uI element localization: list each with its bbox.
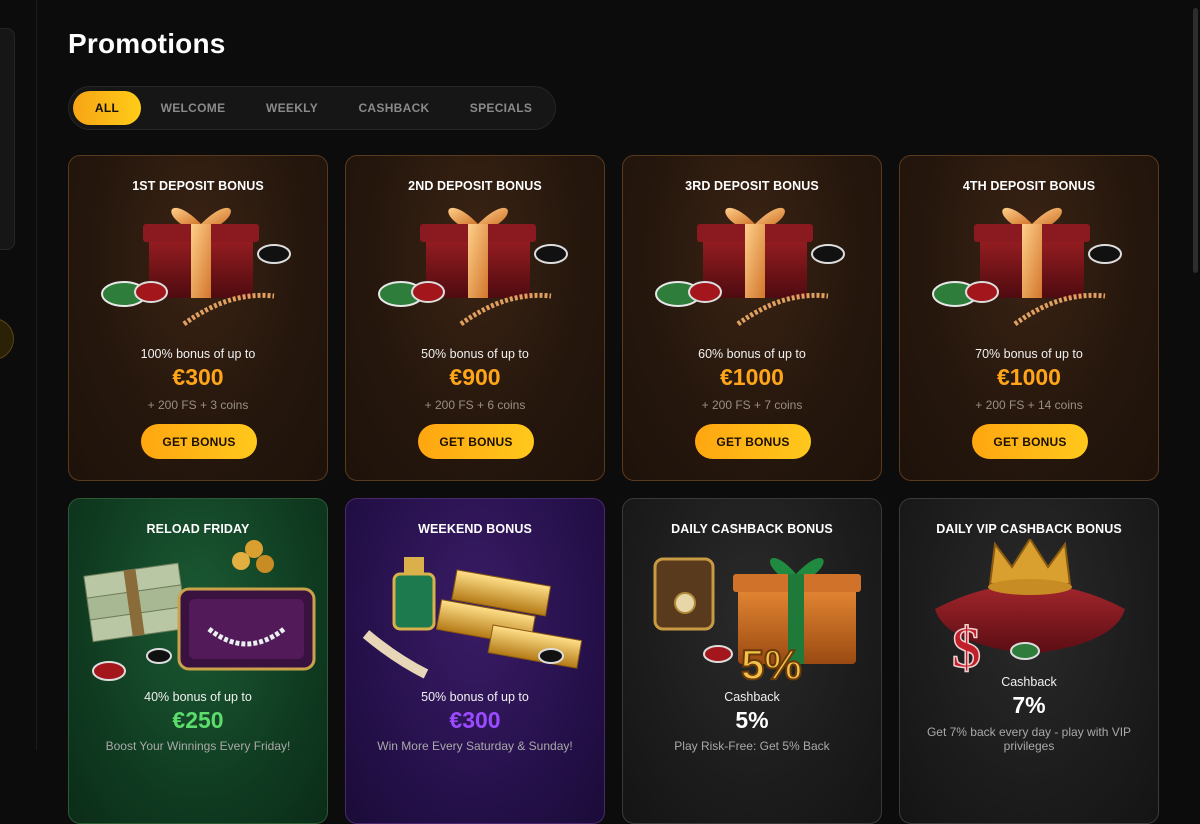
promo-amount: €300 — [449, 707, 501, 733]
promo-title: 3RD DEPOSIT BONUS — [685, 179, 819, 193]
tab-specials[interactable]: SPECIALS — [449, 91, 553, 125]
svg-text:5%: 5% — [741, 641, 802, 688]
promo-amount: €1000 — [720, 364, 784, 390]
tab-cashback[interactable]: CASHBACK — [339, 91, 449, 125]
page-title: Promotions — [68, 28, 226, 59]
gift-box-image — [378, 207, 568, 327]
promo-amount: €300 — [172, 364, 224, 390]
promo-amount: €250 — [172, 707, 224, 733]
promo-amount: 5% — [735, 707, 769, 733]
promo-card: DAILY CASHBACK BONUS 5% Cashback 5% Play… — [622, 498, 882, 824]
promo-extra: + 200 FS + 7 coins — [701, 398, 803, 412]
promo-subtitle: 60% bonus of up to — [698, 347, 806, 361]
promo-title: 4TH DEPOSIT BONUS — [962, 179, 1096, 193]
promo-description: Get 7% back every day - play with VIP pr… — [926, 725, 1132, 753]
promo-subtitle: 100% bonus of up to — [140, 347, 256, 361]
promo-title: DAILY VIP CASHBACK BONUS — [936, 522, 1122, 536]
tab-all[interactable]: ALL — [73, 91, 141, 125]
promo-title: RELOAD FRIDAY — [146, 522, 250, 536]
promo-subtitle: 50% bonus of up to — [421, 347, 529, 361]
promo-card: WEEKEND BONUS 50% bonus of up to €300 Wi… — [345, 498, 605, 824]
promo-extra: + 200 FS + 3 coins — [147, 398, 249, 412]
sidebar-collapsed — [0, 28, 15, 250]
promo-amount: €900 — [449, 364, 501, 390]
promotion-tabs: ALL WELCOME WEEKLY CASHBACK SPECIALS — [68, 86, 556, 130]
cashback-gift-image: 5% — [653, 557, 861, 689]
promo-subtitle: Cashback — [1001, 675, 1057, 689]
promo-subtitle: 50% bonus of up to — [421, 690, 529, 704]
tab-welcome[interactable]: WELCOME — [141, 91, 245, 125]
promo-amount: 7% — [1012, 692, 1046, 718]
get-bonus-button[interactable]: GET BONUS — [418, 424, 534, 459]
promo-title: 1ST DEPOSIT BONUS — [132, 179, 264, 193]
promo-extra: + 200 FS + 6 coins — [424, 398, 526, 412]
promo-description: Boost Your Winnings Every Friday! — [105, 739, 291, 753]
promo-extra: + 200 FS + 14 coins — [975, 398, 1083, 412]
promo-subtitle: Cashback — [724, 690, 780, 704]
cash-stacks-image — [83, 540, 316, 681]
promo-card: 2ND DEPOSIT BONUS 50% bonus of up to €90… — [345, 155, 605, 481]
gift-box-image — [101, 207, 291, 327]
gold-bars-image — [362, 557, 583, 679]
get-bonus-button[interactable]: GET BONUS — [141, 424, 257, 459]
promo-card: 4TH DEPOSIT BONUS 70% bonus of up to €10… — [899, 155, 1159, 481]
promo-subtitle: 40% bonus of up to — [144, 690, 252, 704]
gift-box-image — [932, 207, 1122, 327]
sidebar-divider — [36, 0, 37, 750]
sidebar-avatar[interactable] — [0, 318, 14, 360]
promo-amount: €1000 — [997, 364, 1061, 390]
promo-description: Play Risk-Free: Get 5% Back — [674, 739, 830, 753]
tab-weekly[interactable]: WEEKLY — [245, 91, 339, 125]
page-scrollbar[interactable] — [1193, 8, 1198, 273]
promo-title: 2ND DEPOSIT BONUS — [408, 179, 542, 193]
get-bonus-button[interactable]: GET BONUS — [972, 424, 1088, 459]
promo-title: DAILY CASHBACK BONUS — [671, 522, 833, 536]
promo-description: Win More Every Saturday & Sunday! — [377, 739, 573, 753]
promo-subtitle: 70% bonus of up to — [975, 347, 1083, 361]
promo-title: WEEKEND BONUS — [418, 522, 532, 536]
svg-text:$: $ — [952, 615, 981, 680]
gift-box-image — [655, 207, 845, 327]
promo-card: 3RD DEPOSIT BONUS 60% bonus of up to €10… — [622, 155, 882, 481]
get-bonus-button[interactable]: GET BONUS — [695, 424, 811, 459]
promo-card: DAILY VIP CASHBACK BONUS $ Cashback 7% G… — [899, 498, 1159, 824]
promo-card: 1ST DEPOSIT BONUS 100% bonus of up to €3… — [68, 155, 328, 481]
promo-card: RELOAD FRIDAY 40% bonus of up to €250 Bo… — [68, 498, 328, 824]
vip-crown-image: $ — [935, 539, 1125, 681]
